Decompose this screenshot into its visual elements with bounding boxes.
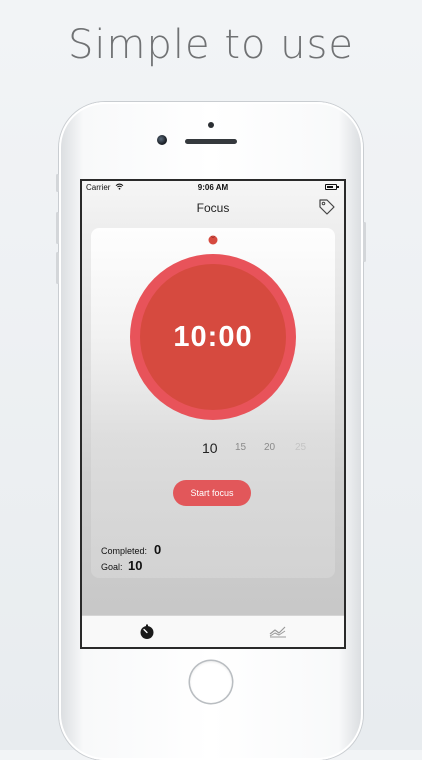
goal-value: 10 (128, 558, 143, 573)
battery-icon (325, 184, 339, 190)
app-background: Carrier 9:06 AM Focus 10:00 10 15 20 25 … (82, 181, 344, 647)
headline: Simple to use (68, 22, 354, 68)
duration-option-20[interactable]: 20 (264, 438, 275, 458)
status-time: 9:06 AM (197, 183, 229, 192)
tab-bar (82, 615, 344, 647)
timer-card: 10:00 10 15 20 25 Start focus Completed:… (91, 228, 335, 578)
volume-down-button (56, 252, 59, 284)
completed-value: 0 (154, 542, 162, 557)
volume-up-button (56, 212, 59, 244)
earpiece-speaker (185, 139, 237, 144)
proximity-sensor (208, 122, 214, 128)
power-button (363, 222, 366, 262)
duration-option-10[interactable]: 10 (202, 438, 218, 458)
status-bar: Carrier 9:06 AM (82, 181, 344, 195)
mute-switch (56, 174, 59, 192)
timer-face: 10:00 (140, 264, 286, 410)
completed-label: Completed: (101, 546, 148, 556)
stopwatch-icon[interactable] (139, 624, 155, 640)
duration-option-15[interactable]: 15 (235, 438, 246, 458)
goal-label: Goal: (101, 562, 123, 572)
tag-icon[interactable] (318, 198, 336, 216)
phone-screen: Carrier 9:06 AM Focus 10:00 10 15 20 25 … (80, 179, 346, 649)
timer-display: 10:00 (173, 321, 253, 353)
front-camera (157, 135, 167, 145)
home-button[interactable] (190, 661, 232, 703)
duration-picker[interactable]: 10 15 20 25 (91, 438, 335, 458)
trend-chart-icon[interactable] (269, 625, 287, 639)
start-focus-button[interactable]: Start focus (173, 480, 251, 506)
duration-option-25[interactable]: 25 (295, 438, 306, 458)
timer-dial[interactable]: 10:00 (130, 254, 296, 420)
phone-frame: Carrier 9:06 AM Focus 10:00 10 15 20 25 … (56, 102, 366, 760)
tomato-icon (208, 235, 218, 245)
nav-title: Focus (196, 201, 230, 215)
